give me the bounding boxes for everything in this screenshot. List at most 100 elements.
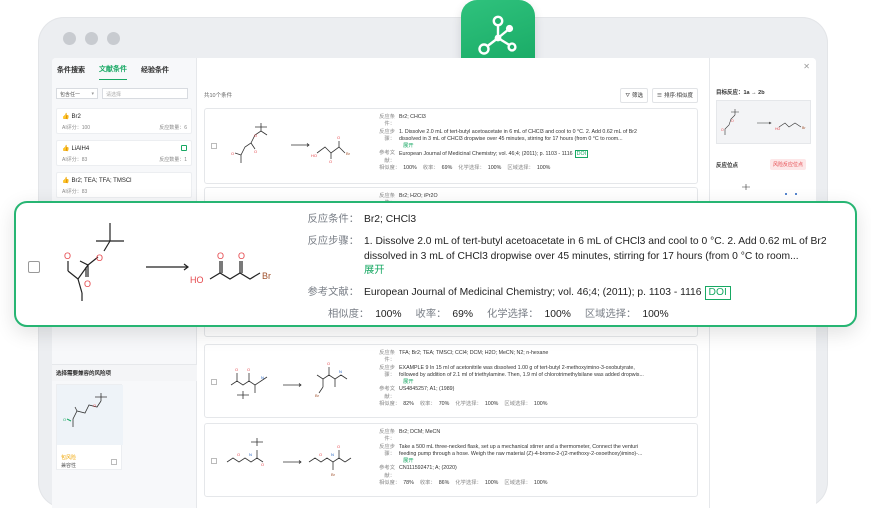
- chevron-down-icon: ▾: [91, 91, 94, 97]
- doi-link[interactable]: DOI: [704, 285, 731, 300]
- yield-key: 收率：: [419, 401, 436, 408]
- expand-link[interactable]: 展开: [364, 265, 385, 276]
- filter-button[interactable]: ⛛ 筛选: [620, 88, 649, 103]
- close-icon[interactable]: ✕: [803, 62, 810, 71]
- risk-section-title: 选择需要兼容的风险项: [52, 364, 197, 381]
- tab-condition-search[interactable]: 条件搜索: [57, 65, 85, 80]
- expand-link[interactable]: 展开: [369, 379, 695, 386]
- reference-value: CN111592471; A; (2020): [399, 465, 457, 472]
- reaction-scheme-image: O O N O N Br: [230, 361, 348, 399]
- condition-key: 反应条件：: [379, 350, 395, 364]
- condition-search-input[interactable]: 请选择: [102, 88, 188, 99]
- filter-icon: ⛛: [625, 93, 631, 99]
- regioselectivity-key: 区域选择：: [507, 165, 534, 172]
- reaction-row[interactable]: O O O HO O O Br 反应条件： Br2; CHCl3 反应步骤： 1. …: [204, 108, 698, 184]
- svg-text:O: O: [327, 361, 330, 366]
- regioselectivity-value: 100%: [642, 308, 669, 320]
- condition-count: 反应数量：1: [159, 157, 187, 163]
- tab-literature-conditions[interactable]: 文献条件: [99, 64, 127, 80]
- regioselectivity-key: 区域选择：: [504, 401, 531, 408]
- row-checkbox[interactable]: [211, 458, 217, 464]
- risk-site-badge[interactable]: 风险反应位点: [770, 159, 807, 170]
- step-text-2: feeding pump through a hose. Weigh the r…: [399, 450, 643, 457]
- step-text-2: dissolved in 3 mL of CHCl3 dropwise over…: [399, 135, 623, 142]
- target-reaction-image[interactable]: O O HO Br: [716, 100, 811, 144]
- svg-text:O: O: [254, 133, 257, 138]
- regioselectivity-value: 100%: [536, 165, 551, 172]
- risk-checkbox[interactable]: [111, 459, 117, 465]
- tab-experience-conditions[interactable]: 经验条件: [141, 65, 169, 80]
- window-dot-minimize[interactable]: [85, 32, 98, 45]
- reaction-row[interactable]: O O N O N Br 反应条件： TFA; Br2; TEA; TMSCl; …: [204, 344, 698, 418]
- regioselectivity-value: 100%: [533, 480, 548, 487]
- doi-link[interactable]: DOI: [574, 150, 589, 159]
- similarity-value: 78%: [403, 480, 414, 487]
- yield-value: 86%: [438, 480, 450, 487]
- result-count: 共10个条件: [204, 93, 233, 99]
- sort-icon: ☰: [657, 93, 662, 99]
- svg-text:HO: HO: [311, 153, 317, 158]
- sort-button[interactable]: ☰ 排序:相似度: [652, 88, 698, 103]
- svg-text:O: O: [721, 128, 724, 132]
- condition-count: 反应数量：6: [159, 125, 187, 131]
- svg-text:N: N: [331, 452, 334, 457]
- atom-label: O: [64, 251, 71, 261]
- svg-text:O: O: [329, 159, 332, 164]
- metrics-row: 相似度： 82% 收率： 70% 化学选择： 100% 区域选择： 100%: [369, 401, 695, 408]
- condition-card[interactable]: 👍 LiAlH4 AI评分：83 反应数量：1: [56, 140, 192, 166]
- condition-value: Br2; CHCl3: [364, 214, 417, 225]
- regioselectivity-key: 区域选择：: [584, 308, 637, 320]
- step-key: 反应步骤：: [379, 443, 395, 457]
- step-key: 反应步骤：: [379, 364, 395, 378]
- highlighted-reaction-info: 反应条件： Br2; CHCl3 反应步骤： 1. Dissolve 2.0 mL …: [304, 213, 844, 322]
- thumb-up-icon: 👍: [62, 178, 70, 184]
- expand-link[interactable]: 展开: [369, 458, 695, 465]
- window-dot-maximize[interactable]: [107, 32, 120, 45]
- highlighted-metrics-row: 相似度： 100% 收率： 69% 化学选择： 100% 区域选择： 100%: [304, 308, 844, 323]
- edit-icon[interactable]: [181, 145, 187, 151]
- svg-text:Br: Br: [346, 151, 351, 156]
- svg-text:O: O: [247, 367, 250, 372]
- filter-row: 包含任一 ▾ 请选择: [56, 88, 188, 99]
- regioselectivity-key: 区域选择：: [504, 480, 531, 487]
- condition-value: Br2; CHCl3: [399, 114, 426, 120]
- atom-label: Br: [262, 271, 271, 281]
- step-text-1: 1. Dissolve 2.0 mL of tert-butyl acetoac…: [399, 128, 637, 135]
- compatibility-label: 兼容性: [61, 463, 77, 469]
- reaction-info: 反应条件： Br2; CHCl3 反应步骤： 1. Dissolve 2.0 mL …: [369, 114, 695, 172]
- chemoselectivity-value: 100%: [484, 401, 499, 408]
- highlighted-row-checkbox[interactable]: [28, 261, 40, 273]
- svg-text:Br: Br: [802, 126, 806, 130]
- expand-link[interactable]: 展开: [369, 143, 695, 150]
- atom-label: O: [84, 279, 91, 289]
- svg-text:O: O: [337, 444, 340, 449]
- condition-card[interactable]: 👍 Br2; TEA; TFA; TMSCl AI评分：83: [56, 172, 192, 198]
- reaction-row[interactable]: O N O O N O Br 反应条件： Br2; DCM; MeCN 反应步骤：…: [204, 423, 698, 497]
- reaction-info: 反应条件： TFA; Br2; TEA; TMSCl; CCl4; DCM; H2…: [369, 350, 695, 408]
- condition-key: 反应条件：: [307, 214, 359, 225]
- yield-value: 70%: [438, 401, 450, 408]
- highlighted-reaction-card[interactable]: O O O HO O O Br 反应条件： Br2; CHCl3 反应步骤： 1. …: [14, 201, 857, 327]
- similarity-value: 82%: [403, 401, 414, 408]
- condition-card[interactable]: 👍 Br2 AI评分：100 反应数量：6: [56, 108, 192, 134]
- reaction-site-title: 反应位点: [716, 163, 739, 169]
- condition-score: AI评分：100: [62, 125, 91, 131]
- metrics-row: 相似度： 78% 收率： 86% 化学选择： 100% 区域选择： 100%: [369, 480, 695, 487]
- row-checkbox[interactable]: [211, 143, 217, 149]
- reference-key: 参考文献：: [379, 465, 395, 479]
- reference-value: European Journal of Medicinal Chemistry;…: [399, 151, 573, 158]
- atom-label: O: [217, 251, 224, 261]
- row-checkbox[interactable]: [211, 379, 217, 385]
- list-toolbar: ⛛ 筛选 ☰ 排序:相似度: [620, 88, 698, 103]
- step-text-1: Take a 500 mL three-necked flask, set up…: [399, 443, 639, 450]
- reference-key: 参考文献：: [379, 386, 395, 400]
- filter-button-label: 筛选: [632, 93, 644, 99]
- metrics-row: 相似度： 100% 收率： 69% 化学选择： 100% 区域选择： 100%: [369, 165, 695, 172]
- thumb-up-icon: 👍: [62, 114, 70, 120]
- reference-key: 参考文献：: [379, 150, 395, 164]
- window-dot-close[interactable]: [63, 32, 76, 45]
- risk-item-card[interactable]: O O 包风险 兼容性: [56, 384, 123, 470]
- include-any-select[interactable]: 包含任一 ▾: [56, 88, 98, 99]
- step-text-1: 1. Dissolve 2.0 mL of tert-butyl acetoac…: [364, 236, 827, 247]
- svg-text:O: O: [731, 119, 734, 123]
